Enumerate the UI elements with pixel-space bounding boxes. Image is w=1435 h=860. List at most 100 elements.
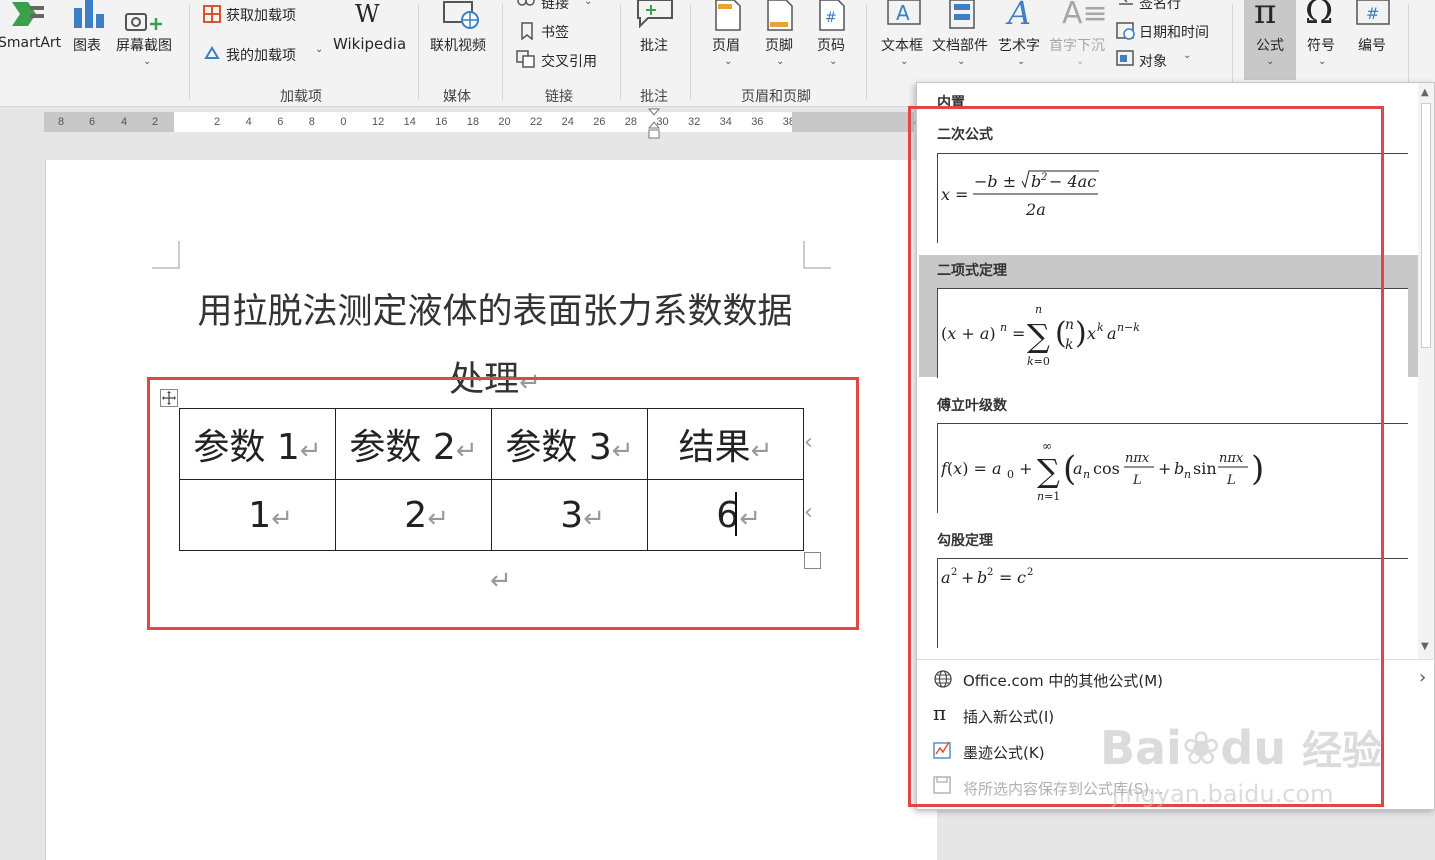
group-label-addins: 加载项: [280, 89, 322, 105]
wordart-button[interactable]: 艺术字: [998, 35, 1040, 55]
highlight-box-table: [147, 377, 859, 630]
object-button[interactable]: 对象: [1139, 51, 1167, 71]
ruler-number: 14: [403, 116, 416, 128]
chevron-down-icon: ⌄: [776, 56, 785, 67]
wordart-icon: A: [1008, 0, 1032, 32]
chevron-down-icon: ⌄: [1318, 56, 1327, 67]
date-time-icon: [1116, 22, 1135, 40]
chevron-down-icon: ⌄: [143, 56, 152, 67]
object-icon: [1116, 50, 1134, 66]
numbering-button[interactable]: 编号: [1358, 35, 1386, 55]
header-button[interactable]: 页眉: [712, 35, 740, 55]
online-video-icon: [443, 1, 479, 29]
my-addins-button[interactable]: 我的加载项: [226, 45, 296, 65]
chevron-down-icon: ⌄: [584, 0, 593, 7]
scroll-thumb[interactable]: [1421, 103, 1431, 348]
pi-icon: π: [1254, 0, 1277, 32]
online-video-button[interactable]: 联机视频: [430, 35, 486, 55]
ruler-number: 22: [530, 116, 543, 128]
margin-corner-mark: [152, 241, 180, 269]
quick-parts-button[interactable]: 文档部件: [932, 35, 988, 55]
ruler-number: 18: [466, 116, 480, 128]
chevron-down-icon: ⌄: [1076, 56, 1085, 67]
smartart-icon: [12, 2, 44, 26]
ruler-number: 26: [593, 116, 606, 128]
ruler-number: 34: [719, 116, 732, 128]
ruler-number: 24: [561, 116, 574, 128]
chevron-down-icon: ⌄: [900, 56, 909, 67]
textbox-button[interactable]: 文本框: [881, 35, 923, 55]
chevron-down-icon: ⌄: [829, 56, 838, 67]
ruler-number: 2: [152, 116, 159, 128]
ruler-number: 6: [277, 116, 284, 128]
signature-line-icon: [1119, 0, 1133, 5]
group-label-header-footer: 页眉和页脚: [741, 89, 811, 105]
header-icon: [715, 0, 741, 31]
quick-parts-icon: [949, 0, 975, 29]
equation-button[interactable]: 公式: [1256, 35, 1284, 55]
ruler-number: 20: [498, 116, 511, 128]
watermark-brand: Bai: [1100, 721, 1182, 775]
cross-reference-button[interactable]: 交叉引用: [541, 51, 597, 71]
horizontal-ruler[interactable]: 8642246801214161820222426283032343638404…: [44, 112, 921, 132]
divider: [418, 4, 419, 100]
link-icon: [517, 0, 535, 6]
bookmark-button[interactable]: 书签: [541, 22, 569, 42]
chevron-down-icon: ⌄: [1266, 56, 1275, 67]
svg-text:#: #: [825, 10, 837, 26]
screenshot-icon: [125, 13, 162, 31]
footer-icon: [767, 0, 793, 31]
numbering-icon: #: [1356, 0, 1390, 25]
ruler-number: 12: [372, 116, 385, 128]
divider: [866, 4, 867, 100]
ruler-margin-right: [792, 112, 914, 132]
divider: [189, 4, 190, 100]
chart-button[interactable]: 图表: [73, 35, 101, 55]
page-number-icon: #: [819, 0, 845, 31]
svg-text:#: #: [1366, 4, 1379, 23]
signature-line-button[interactable]: 签名行: [1139, 0, 1181, 13]
ruler-number: 28: [624, 116, 638, 128]
divider: [690, 4, 691, 100]
svg-text:A: A: [896, 1, 910, 25]
chevron-down-icon: ⌄: [315, 44, 324, 55]
wikipedia-button[interactable]: Wikipedia: [333, 35, 406, 53]
ruler-number: 0: [340, 116, 347, 128]
title-line-1: 用拉脱法测定液体的表面张力系数数据: [197, 292, 793, 332]
paw-icon: ❀: [1181, 721, 1221, 775]
link-button[interactable]: 链接: [541, 0, 569, 13]
chevron-down-icon: ⌄: [1183, 50, 1192, 61]
watermark-cn: 经验: [1302, 728, 1383, 774]
ruler-number: 4: [121, 116, 128, 128]
chevron-down-icon: ⌄: [1017, 56, 1026, 67]
gallery-scrollbar[interactable]: ▲ ▼: [1418, 83, 1434, 659]
comment-icon: [637, 0, 673, 28]
screenshot-button[interactable]: 屏幕截图: [116, 35, 172, 55]
ruler-number: 32: [688, 116, 701, 128]
get-addins-button[interactable]: 获取加载项: [226, 5, 296, 25]
ruler-number: 6: [89, 116, 96, 128]
store-icon: [203, 5, 221, 23]
omega-icon: Ω: [1305, 0, 1334, 32]
page-number-button[interactable]: 页码: [817, 35, 845, 55]
comment-button[interactable]: 批注: [640, 35, 668, 55]
drop-cap-button[interactable]: 首字下沉: [1049, 35, 1105, 55]
margin-corner-mark: [803, 241, 831, 269]
group-label-links: 链接: [545, 89, 573, 105]
textbox-icon: A: [887, 0, 921, 25]
symbol-button[interactable]: 符号: [1307, 35, 1335, 55]
date-time-button[interactable]: 日期和时间: [1139, 22, 1209, 42]
chevron-right-icon: ›: [1419, 667, 1427, 688]
footer-button[interactable]: 页脚: [765, 35, 793, 55]
group-label-comments: 批注: [640, 89, 668, 105]
scroll-down-arrow-icon[interactable]: ▼: [1421, 641, 1429, 652]
scroll-up-arrow-icon[interactable]: ▲: [1421, 87, 1429, 98]
chevron-down-icon: ⌄: [724, 56, 733, 67]
watermark-url: jingyan.baidu.com: [1112, 780, 1334, 808]
indent-marker-icon[interactable]: [648, 108, 660, 140]
smartart-button[interactable]: SmartArt: [0, 35, 61, 51]
ruler-number: 16: [435, 116, 448, 128]
ruler-number: 2: [214, 116, 221, 128]
cross-reference-icon: [516, 50, 535, 68]
ruler-number: 8: [58, 116, 65, 128]
